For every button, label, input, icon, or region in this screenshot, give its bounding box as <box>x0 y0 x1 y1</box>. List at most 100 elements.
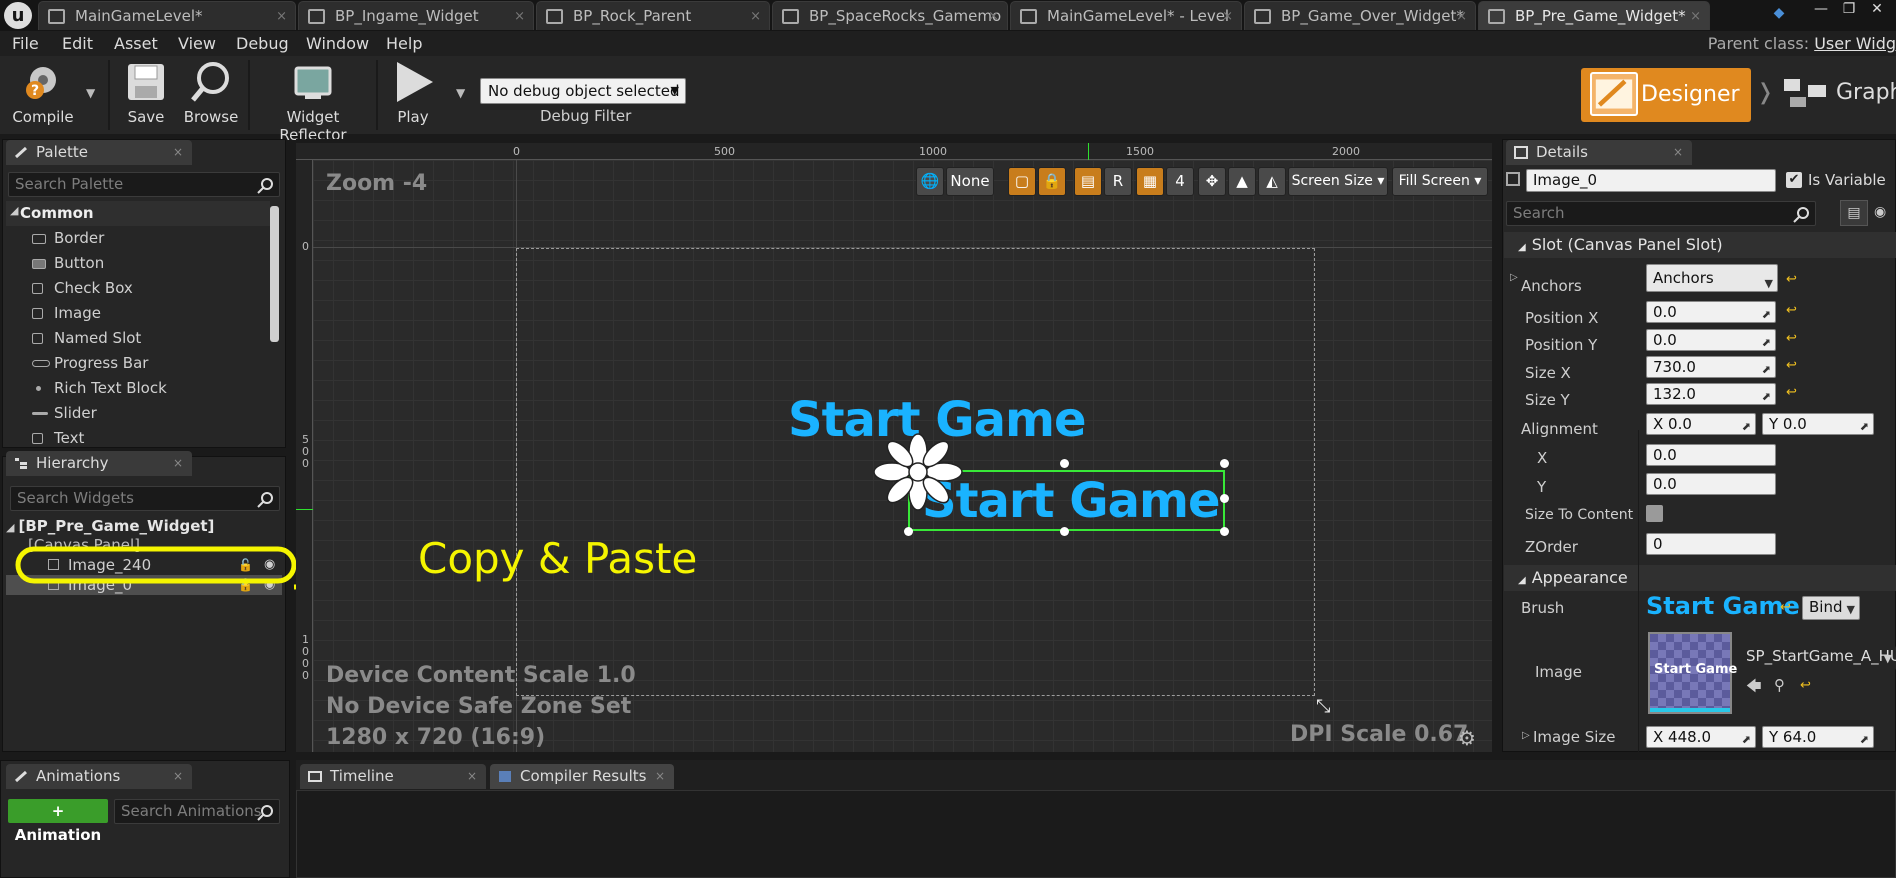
reset-arrow-icon[interactable]: ↩ <box>1786 358 1797 373</box>
position-x-field[interactable]: 0.0 ⬈ <box>1646 301 1776 323</box>
palette-item-button[interactable]: Button <box>28 251 268 276</box>
palette-item-text[interactable]: Text <box>28 426 268 444</box>
add-animation-button[interactable]: + Animation <box>8 799 108 844</box>
alignment-y-field[interactable]: Y 0.0 ⬈ <box>1762 413 1874 435</box>
browse-button[interactable]: Browse <box>176 60 246 130</box>
brush-image-thumbnail[interactable]: Start Game <box>1648 632 1737 714</box>
grid-size-dropdown[interactable]: 4 <box>1166 167 1194 196</box>
reset-arrow-icon[interactable]: ↩ <box>1786 272 1797 287</box>
timeline-area[interactable] <box>296 790 1896 878</box>
palette-item-image[interactable]: Image <box>28 301 268 326</box>
compile-options-arrow-icon[interactable]: ▼ <box>86 86 95 100</box>
image-size-y-field[interactable]: Y 64.0 ⬈ <box>1762 726 1874 748</box>
tab-hierarchy[interactable]: Hierarchy × <box>6 451 192 476</box>
resize-handle[interactable] <box>1060 527 1069 536</box>
resize-handle-icon[interactable]: ⤡ <box>1316 696 1330 717</box>
dpi-settings-gear-icon[interactable]: ⚙ <box>1458 726 1476 750</box>
save-button[interactable]: Save <box>116 60 176 130</box>
use-selected-arrow-icon[interactable]: 🡄 <box>1746 676 1762 701</box>
resize-handle[interactable] <box>1060 459 1069 468</box>
tab-timeline[interactable]: Timeline × <box>300 764 486 789</box>
close-icon[interactable]: × <box>173 140 183 165</box>
play-button[interactable]: Play <box>382 60 444 130</box>
palette-item-progress-bar[interactable]: Progress Bar <box>28 351 268 376</box>
tab-main-game-level-level[interactable]: MainGameLevel* - Level × <box>1010 1 1242 30</box>
tab-bp-ingame-widget[interactable]: BP_Ingame_Widget × <box>298 1 534 30</box>
image-size-x-field[interactable]: X 448.0 ⬈ <box>1646 726 1756 748</box>
animations-search-input[interactable]: Search Animations <box>114 799 280 824</box>
close-icon[interactable]: × <box>655 764 665 789</box>
collapse-arrow-icon[interactable]: ▷ <box>1522 730 1530 741</box>
hierarchy-search-input[interactable]: Search Widgets <box>10 486 280 511</box>
reset-arrow-icon[interactable]: ↩ <box>1786 385 1797 400</box>
menu-window[interactable]: Window <box>306 34 369 53</box>
respect-locks-r-button[interactable]: R <box>1104 167 1132 196</box>
size-to-content-checkbox[interactable] <box>1646 505 1663 522</box>
slot-section-header[interactable]: ◢ Slot (Canvas Panel Slot) <box>1504 232 1896 258</box>
menu-asset[interactable]: Asset <box>114 34 158 53</box>
graph-mode-button[interactable]: Graph <box>1836 80 1896 105</box>
tab-palette[interactable]: Palette × <box>6 140 192 165</box>
collapse-arrow-icon[interactable]: ▷ <box>1510 272 1518 283</box>
close-icon[interactable]: × <box>173 764 183 789</box>
position-y-field[interactable]: 0.0 ⬈ <box>1646 329 1776 351</box>
menu-file[interactable]: File <box>12 34 39 53</box>
palette-item-rich-text-block[interactable]: Rich Text Block <box>28 376 268 401</box>
palette-search-input[interactable]: Search Palette <box>8 172 280 197</box>
hierarchy-root[interactable]: ◢ [BP_Pre_Game_Widget] <box>6 516 282 536</box>
details-search-input[interactable]: Search <box>1506 201 1816 226</box>
tab-compiler-results[interactable]: Compiler Results × <box>490 764 674 789</box>
palette-item-slider[interactable]: Slider <box>28 401 268 426</box>
reset-arrow-icon[interactable]: ↩ <box>1786 331 1797 346</box>
tab-bp-rock-parent[interactable]: BP_Rock_Parent × <box>536 1 770 30</box>
resize-handle[interactable] <box>904 527 913 536</box>
fill-screen-dropdown[interactable]: Fill Screen ▾ <box>1392 167 1488 196</box>
tab-bp-game-over-widget[interactable]: BP_Game_Over_Widget* × <box>1244 1 1476 30</box>
palette-scrollbar[interactable] <box>270 206 279 342</box>
appearance-section-header[interactable]: ◢ Appearance <box>1504 565 1896 591</box>
background-image-icon[interactable]: ▲ <box>1228 167 1256 196</box>
outline-toggle-icon[interactable]: ▢ <box>1008 167 1036 196</box>
reset-arrow-icon[interactable]: ↩ <box>1786 303 1797 318</box>
resize-handle[interactable] <box>1220 494 1229 503</box>
alignment-x-field[interactable]: X 0.0 ⬈ <box>1646 413 1756 435</box>
transform-icon[interactable]: ✥ <box>1198 167 1226 196</box>
menu-view[interactable]: View <box>178 34 216 53</box>
tab-bp-spacerocks-gamemode[interactable]: BP_SpaceRocks_Gamemo × <box>772 1 1008 30</box>
snap-toggle-icon[interactable]: ▤ <box>1074 167 1102 196</box>
close-icon[interactable]: × <box>276 2 287 30</box>
localization-globe-icon[interactable]: 🌐 <box>916 167 944 196</box>
palette-item-named-slot[interactable]: Named Slot <box>28 326 268 351</box>
menu-edit[interactable]: Edit <box>62 34 93 53</box>
screen-size-dropdown[interactable]: Screen Size ▾ <box>1288 167 1388 196</box>
is-variable-checkbox[interactable]: ✔ <box>1786 172 1802 188</box>
reset-arrow-icon[interactable]: ↩ <box>1780 600 1791 615</box>
palette-category-common[interactable]: ◢ Common <box>6 201 270 226</box>
palette-item-border[interactable]: Border <box>28 226 268 251</box>
close-icon[interactable]: × <box>514 2 525 30</box>
widget-name-input[interactable]: Image_0 <box>1526 169 1776 192</box>
resize-handle[interactable] <box>1220 527 1229 536</box>
close-icon[interactable]: × <box>750 2 761 30</box>
debug-object-dropdown[interactable]: No debug object selected ▼ <box>480 78 686 104</box>
offset-x-field[interactable]: 0.0 <box>1646 444 1776 466</box>
parent-class-link[interactable]: User Widg <box>1814 34 1896 53</box>
offset-y-field[interactable]: 0.0 <box>1646 473 1776 495</box>
image-asset-dropdown[interactable]: SP_StartGame_A_HU ▼ <box>1740 646 1896 670</box>
minimize-icon[interactable]: — <box>1810 0 1832 18</box>
grid-snap-icon[interactable]: ▦ <box>1136 167 1164 196</box>
size-x-field[interactable]: 730.0 ⬈ <box>1646 356 1776 378</box>
window-close-icon[interactable]: ✕ <box>1866 0 1888 18</box>
close-icon[interactable]: × <box>173 451 183 476</box>
close-icon[interactable]: × <box>467 764 477 789</box>
reset-arrow-icon[interactable]: ↩ <box>1800 678 1811 693</box>
compile-button[interactable]: ? Compile <box>6 60 80 130</box>
resize-handle[interactable] <box>1220 459 1229 468</box>
bind-dropdown[interactable]: Bind ▼ <box>1802 596 1860 620</box>
widget-reflector-button[interactable]: Widget Reflector <box>254 60 372 144</box>
view-options-eye-icon[interactable]: ◉ <box>1874 204 1886 220</box>
close-icon[interactable]: × <box>1673 140 1683 165</box>
anchor-flower-icon[interactable] <box>870 432 966 512</box>
flip-icon[interactable]: ◭ <box>1258 167 1286 196</box>
menu-help[interactable]: Help <box>386 34 422 53</box>
